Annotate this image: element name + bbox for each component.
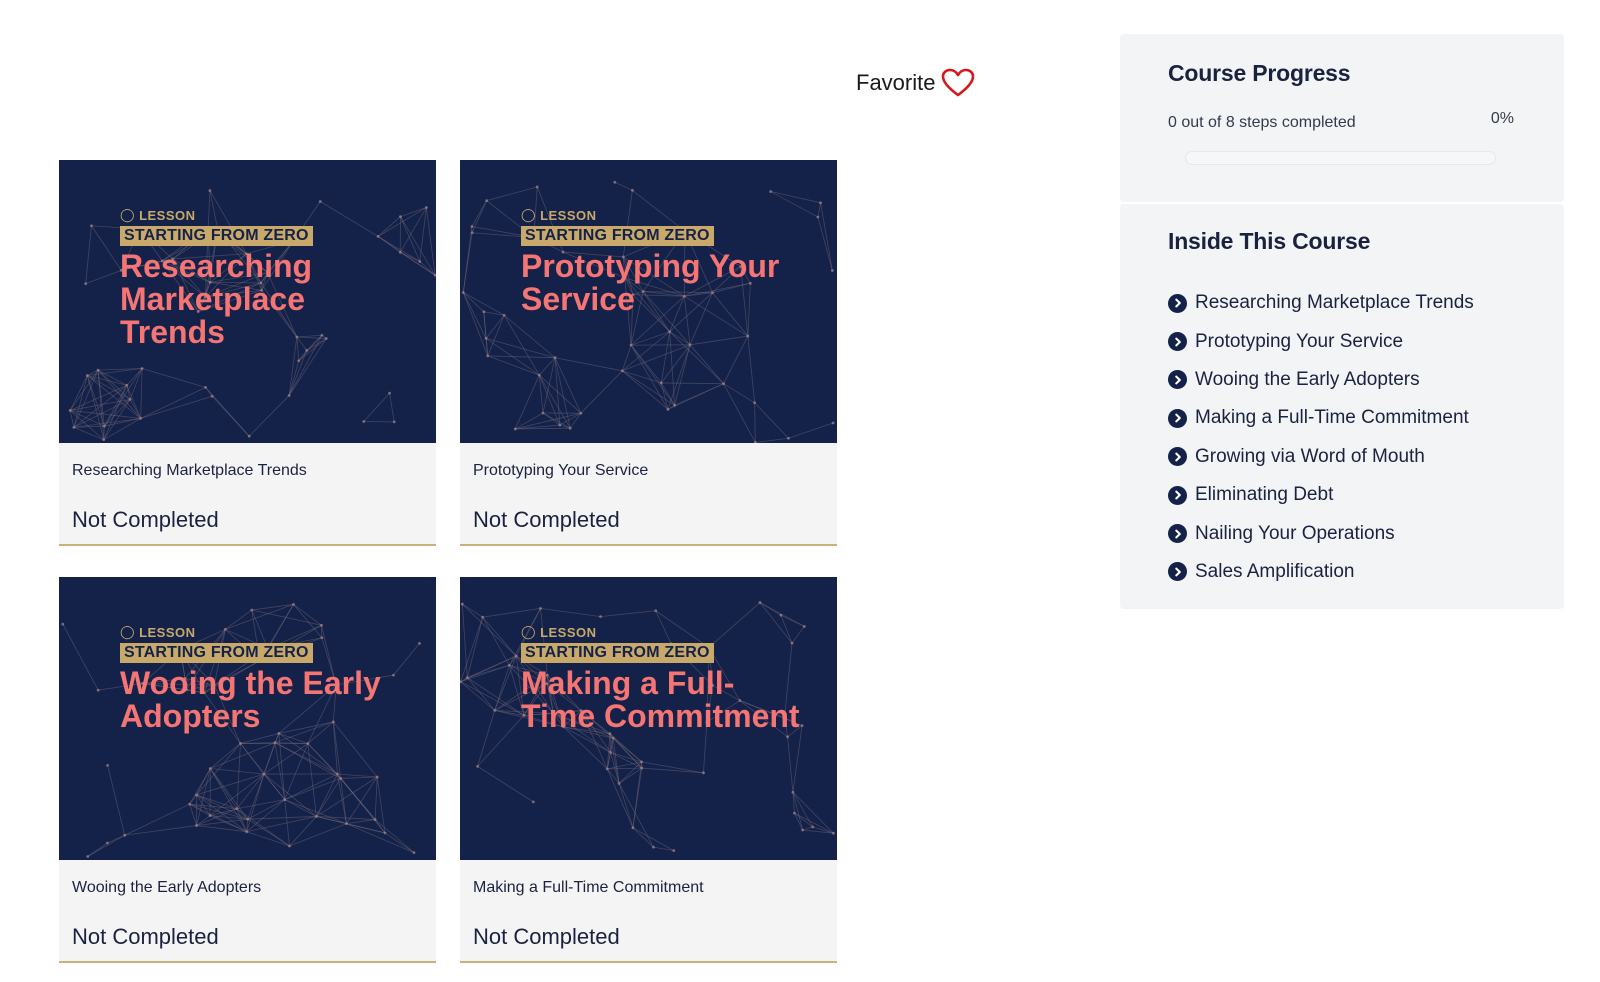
chevron-right-icon (1168, 370, 1187, 390)
lesson-thumbnail: ◯ LESSON STARTING FROM ZERO Researching M… (59, 160, 436, 443)
thumbnail-series-label: STARTING FROM ZERO (521, 226, 714, 246)
lesson-card[interactable]: ◯ LESSON STARTING FROM ZERO Researching M… (59, 160, 436, 546)
lesson-title: Wooing the Early Adopters (72, 879, 262, 896)
course-step-item[interactable]: Researching Marketplace Trends (1168, 284, 1474, 322)
thumbnail-title: Making a Full-Time Commitment (521, 665, 800, 734)
course-step-label: Prototyping Your Service (1195, 330, 1404, 352)
course-page: Favorite ◯ LESSON STARTING FROM ZERO Rese… (0, 0, 1600, 982)
course-step-label: Eliminating Debt (1195, 484, 1334, 506)
lightbulb-icon: ◯ (521, 624, 537, 639)
steps-completed-text: 0 out of 8 steps completed (1168, 114, 1356, 131)
lesson-title: Making a Full-Time Commitment (473, 879, 704, 896)
lightbulb-icon: ◯ (521, 207, 537, 222)
lesson-title: Prototyping Your Service (473, 462, 649, 479)
favorite-button[interactable]: Favorite (856, 68, 975, 98)
thumbnail-title: Researching Marketplace Trends (120, 248, 313, 350)
inside-course-heading: Inside This Course (1168, 228, 1371, 254)
lesson-title: Researching Marketplace Trends (72, 462, 307, 479)
thumbnail-series-label: STARTING FROM ZERO (120, 226, 313, 246)
course-step-label: Nailing Your Operations (1195, 522, 1395, 544)
thumbnail-lesson-tag: LESSON (540, 207, 597, 223)
heart-outline-icon (941, 68, 975, 98)
lesson-thumbnail: ◯ LESSON STARTING FROM ZERO Wooing the Ea… (59, 577, 436, 860)
thumbnail-series-label: STARTING FROM ZERO (120, 643, 313, 663)
lesson-card[interactable]: ◯ LESSON STARTING FROM ZERO Making a Full… (460, 577, 837, 963)
lesson-status: Not Completed (72, 924, 219, 949)
lightbulb-icon: ◯ (120, 207, 136, 222)
chevron-right-icon (1168, 332, 1187, 352)
course-step-label: Wooing the Early Adopters (1195, 368, 1420, 390)
course-step-item[interactable]: Making a Full-Time Commitment (1168, 399, 1474, 437)
thumbnail-lesson-tag: LESSON (540, 624, 597, 640)
chevron-right-icon (1168, 524, 1187, 544)
thumbnail-lesson-tag: LESSON (139, 207, 196, 223)
lesson-card[interactable]: ◯ LESSON STARTING FROM ZERO Prototyping Y… (460, 160, 837, 546)
course-progress-panel: Course Progress 0 out of 8 steps complet… (1120, 34, 1564, 202)
thumbnail-title: Prototyping Your Service (521, 248, 780, 317)
thumbnail-lesson-tag: LESSON (139, 624, 196, 640)
lesson-status: Not Completed (473, 507, 620, 532)
course-step-item[interactable]: Prototyping Your Service (1168, 322, 1474, 360)
favorite-label: Favorite (856, 70, 936, 95)
lightbulb-icon: ◯ (120, 624, 136, 639)
lesson-status: Not Completed (72, 507, 219, 532)
course-step-label: Researching Marketplace Trends (1195, 292, 1474, 314)
lesson-status: Not Completed (473, 924, 620, 949)
thumbnail-title: Wooing the Early Adopters (120, 665, 381, 734)
chevron-right-icon (1168, 562, 1187, 582)
course-step-item[interactable]: Eliminating Debt (1168, 476, 1474, 514)
inside-course-panel: Inside This Course Researching Marketpla… (1120, 204, 1564, 609)
thumbnail-series-label: STARTING FROM ZERO (521, 643, 714, 663)
course-step-label: Growing via Word of Mouth (1195, 445, 1425, 467)
progress-percent: 0% (1490, 110, 1514, 127)
course-progress-heading: Course Progress (1168, 60, 1351, 86)
course-step-item[interactable]: Growing via Word of Mouth (1168, 438, 1474, 476)
lesson-thumbnail: ◯ LESSON STARTING FROM ZERO Prototyping Y… (460, 160, 837, 443)
course-step-label: Making a Full-Time Commitment (1195, 407, 1469, 429)
chevron-right-icon (1168, 293, 1187, 313)
chevron-right-icon (1168, 408, 1187, 428)
course-step-item[interactable]: Sales Amplification (1168, 553, 1474, 591)
lesson-thumbnail: ◯ LESSON STARTING FROM ZERO Making a Full… (460, 577, 837, 860)
course-step-list: Researching Marketplace Trends Prototypi… (1168, 284, 1474, 591)
progress-bar (1185, 151, 1496, 165)
chevron-right-icon (1168, 485, 1187, 505)
chevron-right-icon (1168, 447, 1187, 467)
course-step-label: Sales Amplification (1195, 560, 1355, 582)
course-step-item[interactable]: Wooing the Early Adopters (1168, 361, 1474, 399)
course-step-item[interactable]: Nailing Your Operations (1168, 514, 1474, 552)
lesson-card[interactable]: ◯ LESSON STARTING FROM ZERO Wooing the Ea… (59, 577, 436, 963)
